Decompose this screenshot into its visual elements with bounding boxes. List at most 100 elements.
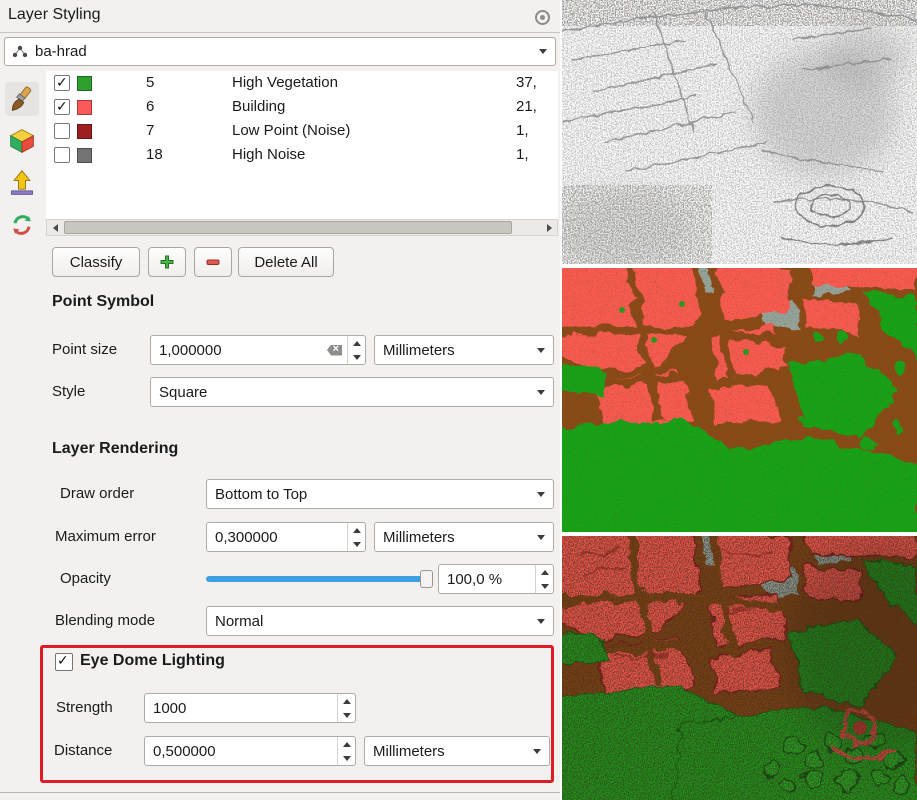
maximum-error-label: Maximum error [55, 522, 156, 552]
chevron-down-icon [533, 749, 541, 754]
classify-button[interactable]: Classify [52, 247, 140, 277]
panel-titlebar: Layer Styling [0, 0, 560, 33]
classification-table[interactable]: 5 High Vegetation 37, 6 Building 21, 7 L… [46, 71, 558, 219]
opacity-slider[interactable] [206, 564, 433, 594]
minus-icon [205, 254, 221, 270]
eye-dome-lighting-checkbox[interactable] [55, 653, 73, 671]
spinner-buttons[interactable] [347, 523, 365, 551]
chevron-down-icon [537, 535, 545, 540]
spinner-buttons[interactable] [535, 565, 553, 593]
qgis-window: Layer Styling ba-hrad [0, 0, 917, 800]
class-value: 5 [146, 74, 154, 91]
spinner-buttons[interactable] [337, 694, 355, 722]
distance-label: Distance [54, 736, 112, 766]
clear-icon[interactable] [327, 345, 342, 356]
chevron-down-icon [537, 492, 545, 497]
distance-unit-combo[interactable]: Millimeters [364, 736, 550, 766]
draw-order-combo[interactable]: Bottom to Top [206, 479, 554, 509]
draw-order-value: Bottom to Top [215, 486, 531, 503]
3d-cube-icon [8, 127, 36, 155]
spinner-buttons[interactable] [337, 737, 355, 765]
style-combo[interactable]: Square [150, 377, 554, 407]
layer-selector-combo[interactable]: ba-hrad [4, 37, 556, 66]
elevation-tab[interactable] [5, 166, 39, 200]
delete-all-button[interactable]: Delete All [238, 247, 334, 277]
spin-down-icon[interactable] [348, 350, 365, 364]
chevron-down-icon [537, 390, 545, 395]
scroll-left-icon[interactable] [47, 220, 63, 235]
style-label: Style [52, 377, 85, 407]
spin-down-icon[interactable] [338, 708, 355, 722]
plus-icon [159, 254, 175, 270]
row-checkbox[interactable] [54, 99, 70, 115]
history-tab[interactable] [5, 208, 39, 242]
maximum-error-unit-combo[interactable]: Millimeters [374, 522, 554, 552]
row-checkbox[interactable] [54, 75, 70, 91]
row-checkbox[interactable] [54, 123, 70, 139]
scrollbar-thumb[interactable] [64, 221, 512, 234]
maximum-error-input[interactable]: 0,300000 [206, 522, 366, 552]
spin-down-icon[interactable] [348, 537, 365, 551]
classification-row[interactable]: 7 Low Point (Noise) 1, [46, 120, 558, 144]
slider-track[interactable] [206, 576, 429, 582]
layer-styling-panel: Layer Styling ba-hrad [0, 0, 560, 800]
classification-row[interactable]: 6 Building 21, [46, 96, 558, 120]
point-size-value[interactable]: 1,000000 [151, 342, 327, 359]
color-swatch[interactable] [77, 76, 92, 91]
style-value: Square [159, 384, 531, 401]
classification-row[interactable]: 5 High Vegetation 37, [46, 72, 558, 96]
strength-input[interactable]: 1000 [144, 693, 356, 723]
panel-title: Layer Styling [8, 6, 101, 24]
class-label: High Vegetation [232, 74, 338, 91]
history-arrows-icon [8, 211, 36, 239]
draw-order-label: Draw order [60, 479, 134, 509]
delete-all-button-label: Delete All [254, 254, 317, 271]
point-cloud-layer-icon [11, 43, 29, 61]
slider-handle[interactable] [420, 570, 433, 588]
class-label: Building [232, 98, 285, 115]
strength-value[interactable]: 1000 [145, 700, 337, 717]
spin-up-icon[interactable] [338, 737, 355, 751]
blending-mode-label: Blending mode [55, 606, 155, 636]
scroll-right-icon[interactable] [541, 220, 557, 235]
maximum-error-value[interactable]: 0,300000 [207, 529, 347, 546]
spin-down-icon[interactable] [338, 751, 355, 765]
distance-value[interactable]: 0,500000 [145, 743, 337, 760]
class-count: 1, [516, 146, 558, 163]
chevron-down-icon [539, 49, 547, 54]
panel-options-icon[interactable] [535, 10, 550, 25]
point-size-input[interactable]: 1,000000 [150, 335, 366, 365]
paintbrush-icon [8, 85, 36, 113]
distance-input[interactable]: 0,500000 [144, 736, 356, 766]
point-size-unit-combo[interactable]: Millimeters [374, 335, 554, 365]
classification-row[interactable]: 18 High Noise 1, [46, 144, 558, 168]
color-swatch[interactable] [77, 100, 92, 115]
remove-class-button[interactable] [194, 247, 232, 277]
point-size-label: Point size [52, 335, 117, 365]
add-class-button[interactable] [148, 247, 186, 277]
distance-unit-value: Millimeters [373, 743, 527, 760]
spinner-buttons[interactable] [347, 336, 365, 364]
spin-down-icon[interactable] [536, 579, 553, 593]
maximum-error-unit-value: Millimeters [383, 529, 531, 546]
horizontal-scrollbar[interactable] [46, 219, 558, 236]
spin-up-icon[interactable] [348, 336, 365, 350]
classify-button-label: Classify [70, 254, 123, 271]
blending-mode-combo[interactable]: Normal [206, 606, 554, 636]
point-cloud-render-classified-edl [562, 536, 917, 800]
class-value: 7 [146, 122, 154, 139]
3d-symbology-tab[interactable] [5, 124, 39, 158]
color-swatch[interactable] [77, 124, 92, 139]
spin-up-icon[interactable] [338, 694, 355, 708]
layer-rendering-heading: Layer Rendering [52, 440, 178, 458]
eye-dome-lighting-label: Eye Dome Lighting [80, 652, 225, 670]
opacity-input[interactable]: 100,0 % [438, 564, 554, 594]
spin-up-icon[interactable] [348, 523, 365, 537]
row-checkbox[interactable] [54, 147, 70, 163]
symbology-tab[interactable] [5, 82, 39, 116]
opacity-value[interactable]: 100,0 % [439, 571, 535, 588]
spin-up-icon[interactable] [536, 565, 553, 579]
color-swatch[interactable] [77, 148, 92, 163]
elevation-arrow-icon [8, 169, 36, 197]
point-symbol-heading: Point Symbol [52, 293, 154, 311]
